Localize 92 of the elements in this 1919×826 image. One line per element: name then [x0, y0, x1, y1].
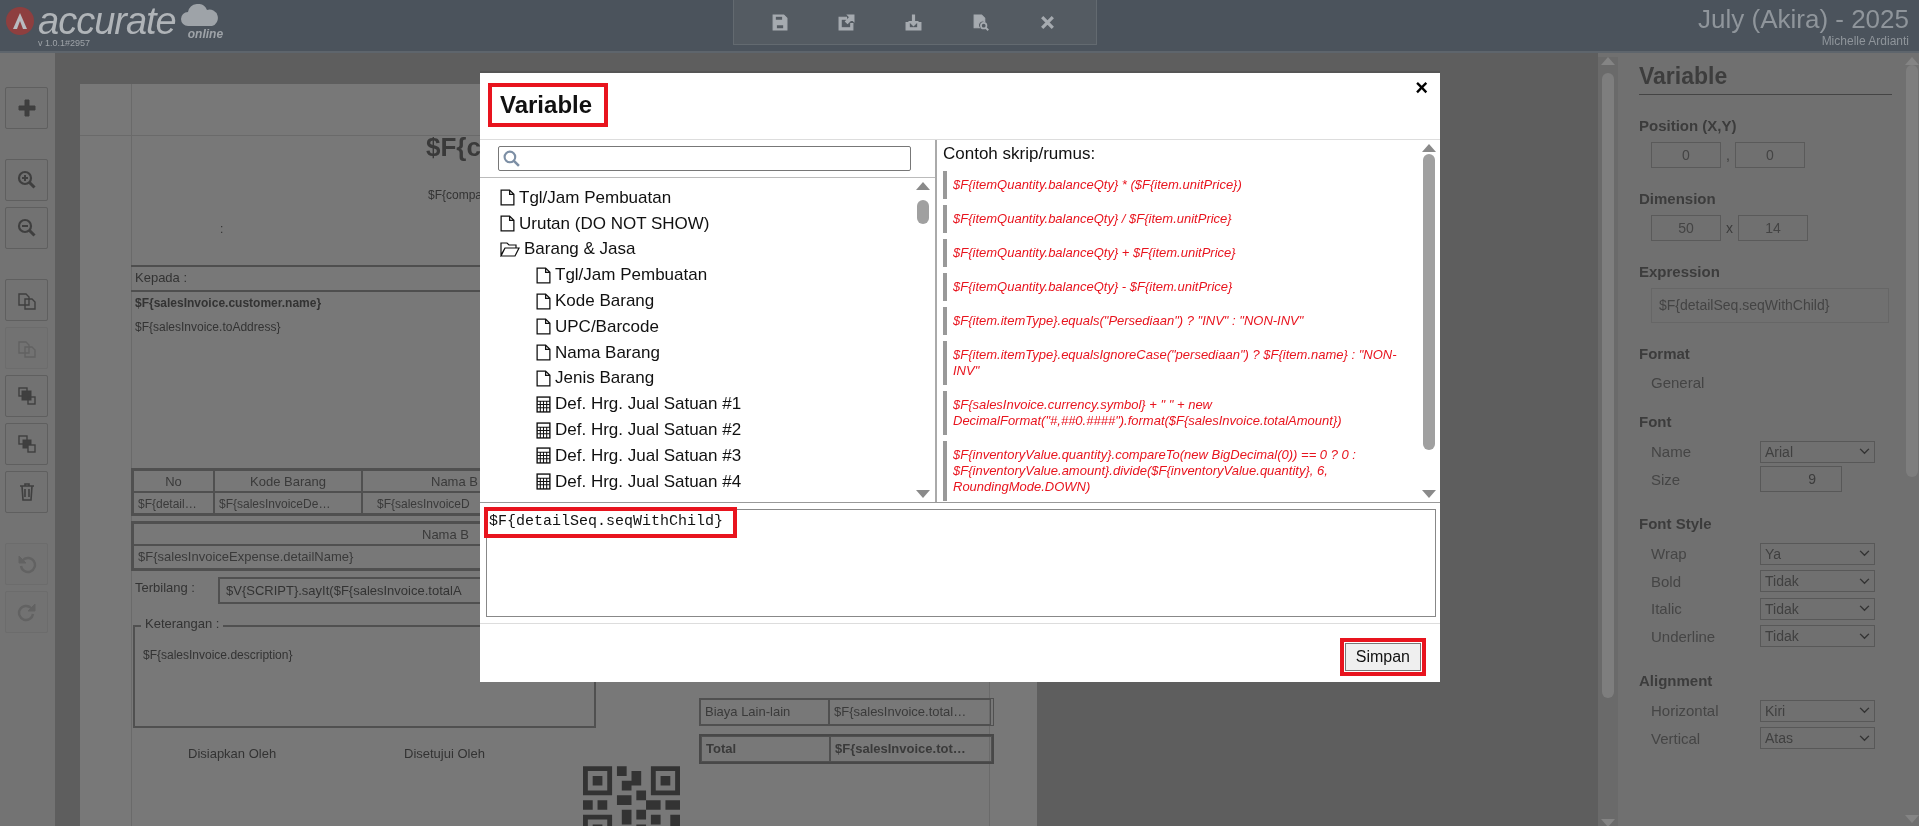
scrollbar-thumb[interactable]: [917, 200, 929, 224]
logo-tagline: online: [187, 28, 224, 40]
expression-text: $F{detailSeq.seqWithChild}: [484, 507, 738, 538]
save-button[interactable]: Simpan: [1344, 643, 1421, 671]
zoom-out-icon: [16, 218, 37, 238]
chevron-down-icon: [1859, 550, 1870, 558]
close-button[interactable]: ×: [1415, 77, 1428, 99]
tree-item[interactable]: Tgl/Jam Pembuatan: [500, 185, 915, 211]
document-search-icon[interactable]: [972, 13, 989, 31]
dialog-title: Variable: [488, 83, 609, 127]
close-icon[interactable]: [1039, 13, 1056, 31]
report-field[interactable]: $F{salesInvoice.description}: [143, 648, 293, 662]
table-header[interactable]: Kode Barang: [214, 470, 362, 492]
add-button[interactable]: [5, 87, 48, 129]
document-icon: [536, 344, 551, 362]
calculator-icon: [536, 395, 551, 413]
document-icon: [500, 189, 515, 207]
signature-label[interactable]: Disiapkan Oleh: [188, 746, 277, 761]
calculator-icon: [536, 473, 551, 491]
table-cell[interactable]: $F{salesInvoice.total…: [829, 699, 991, 725]
search-field[interactable]: [498, 146, 911, 171]
search-icon: [503, 150, 520, 167]
table-cell[interactable]: Total: [701, 736, 830, 762]
examples-heading: Contoh skrip/rumus:: [943, 144, 1097, 164]
chevron-down-icon: [1859, 577, 1870, 585]
chevron-down-icon: [1859, 707, 1870, 715]
expression-textarea[interactable]: $F{detailSeq.seqWithChild}: [486, 509, 1436, 617]
zoom-out-button[interactable]: [5, 207, 48, 249]
chevron-down-icon: [1859, 734, 1870, 742]
calculator-icon: [536, 447, 551, 465]
tree-item[interactable]: Def. Hrg. Jual Satuan #4: [536, 468, 915, 495]
scroll-up-icon[interactable]: [916, 182, 930, 190]
scroll-down-icon[interactable]: [1601, 819, 1615, 826]
send-back-button[interactable]: [5, 423, 48, 465]
scroll-down-icon[interactable]: [1422, 490, 1436, 498]
report-label[interactable]: :: [220, 222, 224, 236]
document-icon: [536, 369, 551, 387]
table-header[interactable]: No: [133, 470, 214, 492]
tree-item[interactable]: Tgl/Jam Pembuatan: [536, 262, 915, 289]
download-icon[interactable]: [905, 13, 922, 31]
bring-front-button[interactable]: [5, 375, 48, 417]
copy-button[interactable]: [5, 279, 48, 321]
send-to-back-icon: [16, 434, 37, 454]
separator-text: ,: [1726, 147, 1730, 163]
table-cell[interactable]: $F{salesInvoiceDe…: [214, 492, 362, 514]
version-text: v 1.0.1#2957: [38, 38, 92, 48]
period-title: July (Akira) - 2025: [1698, 4, 1909, 34]
tree-item[interactable]: Nama Barang: [536, 339, 915, 366]
chevron-down-icon: [1859, 605, 1870, 613]
tree-item[interactable]: Urutan (DO NOT SHOW): [500, 210, 915, 237]
qr-code-drawing[interactable]: [583, 766, 680, 826]
signature-label[interactable]: Disetujui Oleh: [404, 746, 485, 761]
document-icon: [500, 215, 515, 233]
document-icon: [536, 318, 551, 336]
table-cell[interactable]: $F{detail…: [133, 492, 214, 514]
tree-item[interactable]: Jenis Barang: [536, 365, 915, 392]
table-cell[interactable]: $F{salesInvoice.tot…: [830, 736, 992, 762]
tree-item[interactable]: Kode Barang: [536, 288, 915, 314]
scroll-down-icon[interactable]: [916, 490, 930, 498]
table-cell[interactable]: Biaya Lain-lain: [700, 699, 829, 725]
tree-item[interactable]: UPC/Barcode: [536, 314, 915, 340]
report-label[interactable]: Keterangan :: [141, 616, 224, 632]
save-icon[interactable]: [771, 13, 788, 31]
tree-item[interactable]: Def. Hrg. Jual Satuan #1: [536, 391, 915, 418]
report-label[interactable]: Terbilang :: [135, 580, 195, 595]
plus-icon: [16, 98, 37, 118]
example-formula[interactable]: $F{inventoryValue.quantity}.compareTo(new BigDecimal(0)) == 0 ? 0 : $F{inventoryValue.amount}.divide($F{inventoryValue.quantity}, 6, RoundingMode.DOWN): [943, 441, 1421, 501]
scrollbar-thumb[interactable]: [1423, 154, 1435, 450]
report-field[interactable]: $F{salesInvoice.toAddress}: [135, 320, 281, 334]
report-field[interactable]: $F{salesInvoice.customer.name}: [135, 296, 322, 310]
report-field[interactable]: $F{compa: [428, 188, 483, 202]
tree-item[interactable]: Barang & Jasa: [500, 236, 915, 263]
report-field[interactable]: $F{c: [426, 132, 481, 163]
logo-text: accurate: [38, 4, 176, 38]
tree-item[interactable]: Def. Hrg. Jual Satuan #2: [536, 417, 915, 443]
bring-to-front-icon: [16, 386, 37, 406]
logo-mark-icon: [5, 6, 35, 36]
copy-icon: [16, 290, 37, 310]
delete-button[interactable]: [5, 471, 48, 513]
export-icon[interactable]: [838, 13, 855, 31]
scroll-up-icon[interactable]: [1601, 57, 1615, 65]
chevron-down-icon: [1859, 632, 1870, 640]
tree-item[interactable]: Def. Hrg. Jual Satuan #3: [536, 442, 915, 469]
document-icon: [536, 292, 551, 310]
user-name: Michelle Ardianti: [1821, 34, 1909, 48]
zoom-in-button[interactable]: [5, 159, 48, 201]
zoom-in-icon: [16, 170, 37, 190]
chevron-down-icon: [1859, 448, 1870, 456]
calculator-icon: [536, 421, 551, 439]
cloud-icon: [180, 4, 221, 28]
document-icon: [536, 266, 551, 284]
report-label[interactable]: Kepada :: [135, 270, 188, 285]
